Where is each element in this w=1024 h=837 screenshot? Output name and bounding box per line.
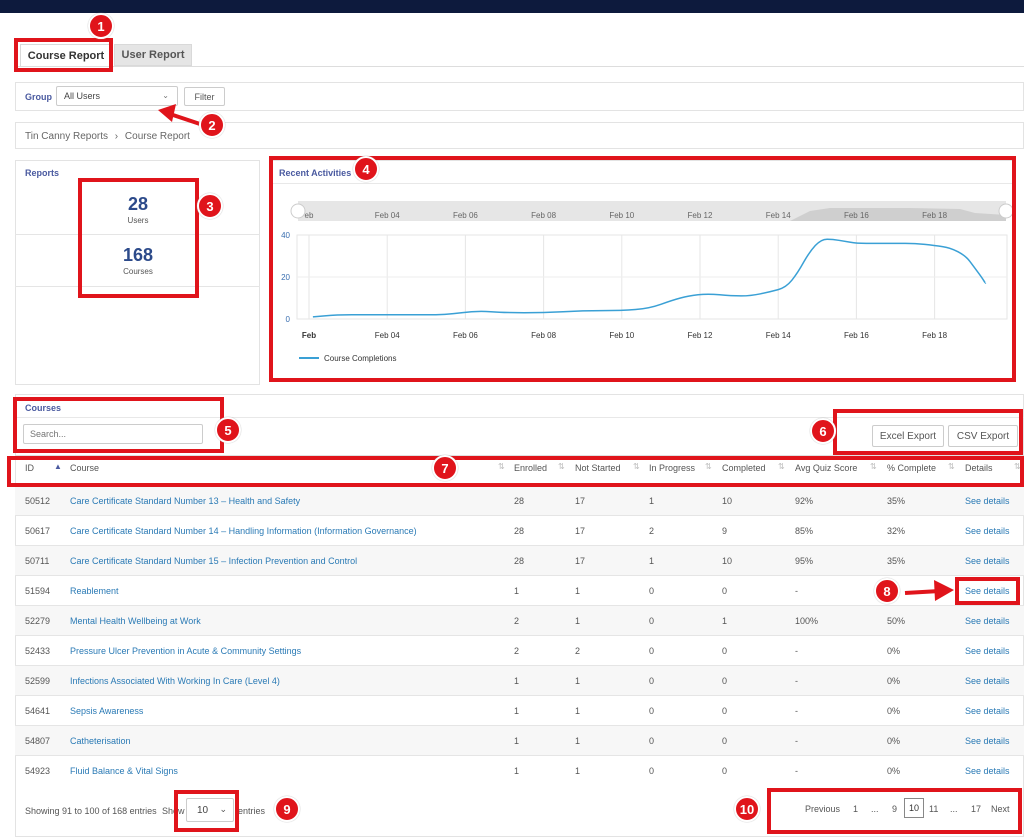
annotation-badge-10: 10 [734,796,760,822]
arrow-2-line [169,112,201,126]
annotation-badge-7: 7 [432,455,458,481]
annotation-badge-5: 5 [215,417,241,443]
annotation-arrows [158,104,954,601]
annotation-badge-2: 2 [199,112,225,138]
annotation-badge-3: 3 [197,193,223,219]
annotation-badge-8: 8 [874,578,900,604]
annotation-badge-9: 9 [274,796,300,822]
annotation-badge-1: 1 [88,13,114,39]
annotation-badge-6: 6 [810,418,836,444]
arrow-8-head [934,580,954,601]
annotation-badge-4: 4 [353,156,379,182]
arrow-2-head [158,104,176,122]
